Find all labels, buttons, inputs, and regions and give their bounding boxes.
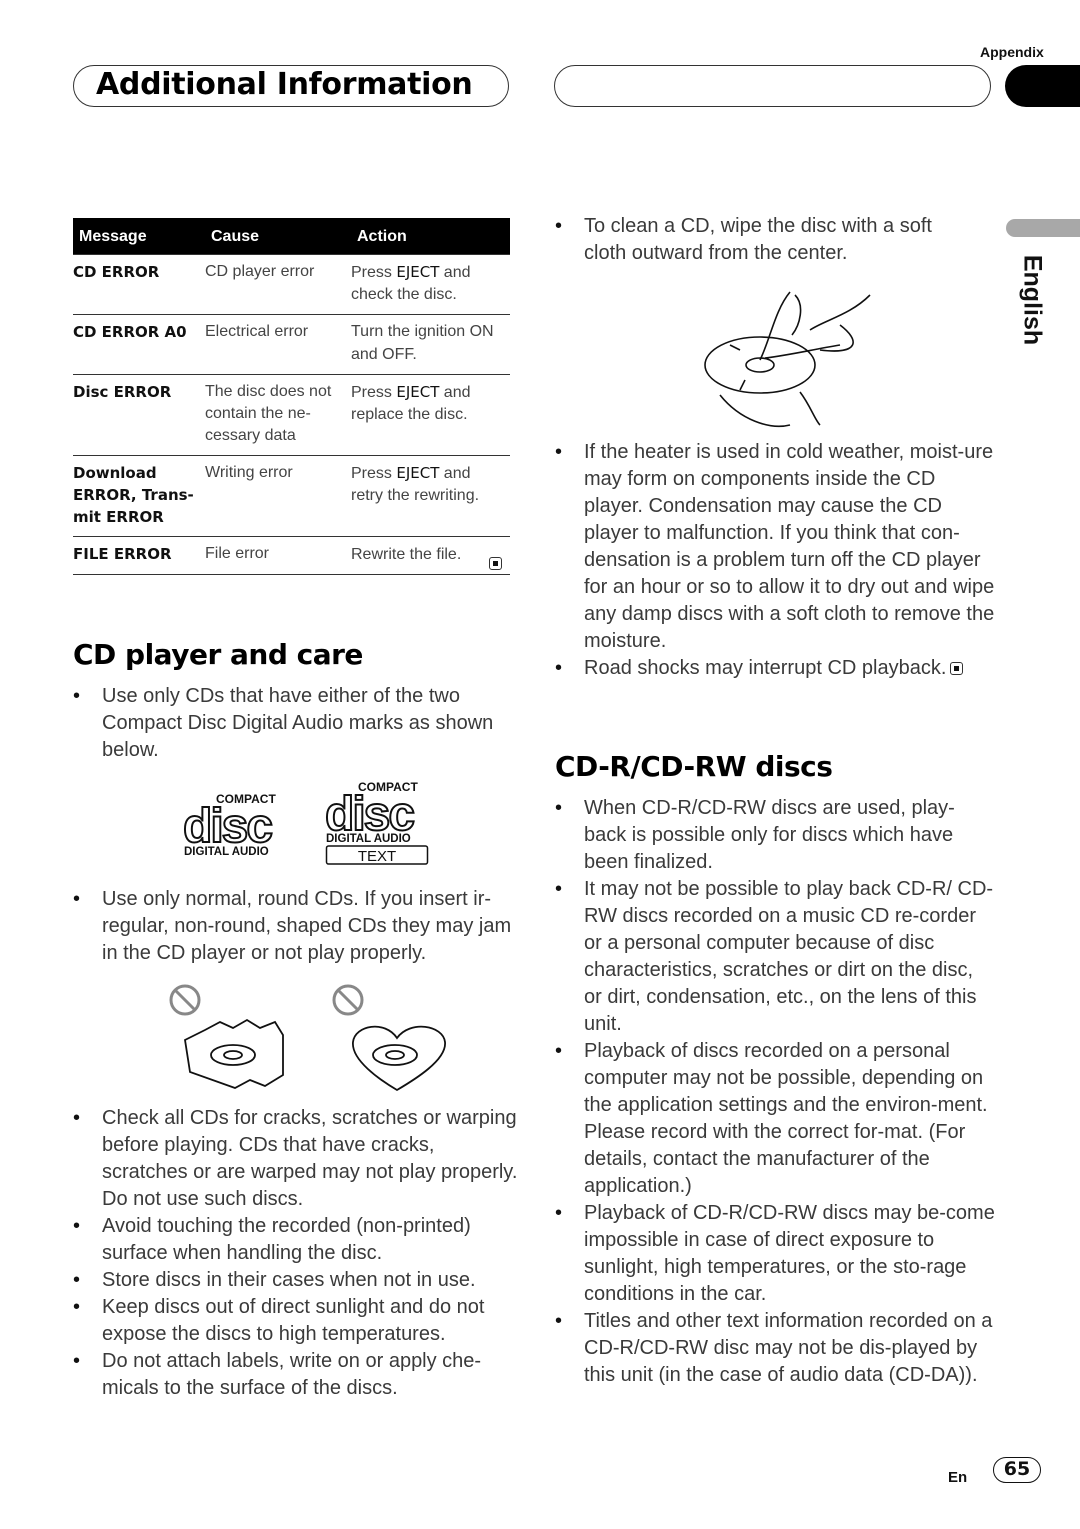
language-tab-marker xyxy=(1006,219,1080,237)
column-header-message: Message xyxy=(73,218,205,255)
logo-text-badge: TEXT xyxy=(358,848,396,865)
list-item: Titles and other text information record… xyxy=(555,1308,995,1389)
cause-cell: File error xyxy=(205,536,351,575)
action-cell: Press EJECT and retry the rewriting. xyxy=(351,455,510,537)
action-key: EJECT xyxy=(396,383,440,401)
action-cell: Press EJECT and check the disc. xyxy=(351,254,510,315)
list-item-text: Keep discs out of direct sunlight and do… xyxy=(102,1296,485,1345)
page-number: 65 xyxy=(993,1457,1041,1483)
list-item: It may not be possible to play back CD-R… xyxy=(555,876,995,1038)
list-item-text: Playback of CD-R/CD-RW discs may be-come… xyxy=(584,1202,995,1305)
empty-header-pill xyxy=(554,65,991,107)
action-text: Press xyxy=(351,465,397,482)
cd-care-heading: CD player and care xyxy=(73,638,363,671)
cdr-heading: CD-R/CD-RW discs xyxy=(555,750,833,783)
list-item-text: Do not attach labels, write on or apply … xyxy=(102,1350,482,1399)
list-item-text: If the heater is used in cold weather, m… xyxy=(584,441,995,652)
cd-cleaning-list: To clean a CD, wipe the disc with a soft… xyxy=(555,213,975,267)
logo-digital-audio-text: DIGITAL AUDIO xyxy=(326,833,411,845)
language-tab: English xyxy=(1010,250,1054,350)
table-row: CD ERROR CD player error Press EJECT and c… xyxy=(73,254,510,315)
cause-cell: Electrical error xyxy=(205,314,351,375)
action-text: Rewrite the file. xyxy=(351,546,462,563)
list-item-text: It may not be possible to play back CD-R… xyxy=(584,878,994,1035)
condensation-list: If the heater is used in cold weather, m… xyxy=(555,439,995,682)
language-label: English xyxy=(1018,254,1047,346)
list-item: Playback of discs recorded on a personal… xyxy=(555,1038,995,1200)
column-header-action: Action xyxy=(351,218,510,255)
list-item-text: To clean a CD, wipe the disc with a soft… xyxy=(584,215,932,264)
action-cell: Rewrite the file. xyxy=(351,536,510,575)
language-code: En xyxy=(948,1469,968,1486)
compact-disc-text-logo: COMPACT disc DIGITAL AUDIO TEXT xyxy=(324,780,429,865)
cd-handling-list: Check all CDs for cracks, scratches or w… xyxy=(73,1105,518,1402)
table-row: CD ERROR A0 Electrical error Turn the igni… xyxy=(73,314,510,375)
list-item: Do not attach labels, write on or apply … xyxy=(73,1348,518,1402)
cd-care-intro-list: Use only CDs that have either of the two… xyxy=(73,683,513,764)
message-cell: Download ERROR, Trans-mit ERROR xyxy=(73,455,205,537)
message-cell: Disc ERROR xyxy=(73,374,205,456)
end-mark-icon xyxy=(950,662,964,676)
list-item: Check all CDs for cracks, scratches or w… xyxy=(73,1105,518,1213)
action-cell: Turn the ignition ON and OFF. xyxy=(351,314,510,375)
list-item: To clean a CD, wipe the disc with a soft… xyxy=(555,213,975,267)
end-of-section-mark xyxy=(489,555,502,573)
action-text: Press xyxy=(351,384,397,401)
disc-shape xyxy=(704,336,816,394)
list-item: Use only CDs that have either of the two… xyxy=(73,683,513,764)
compact-disc-digital-audio-logo: COMPACT disc DIGITAL AUDIO xyxy=(182,792,276,858)
list-item: Store discs in their cases when not in u… xyxy=(73,1267,518,1294)
list-item: Playback of CD-R/CD-RW discs may be-come… xyxy=(555,1200,995,1308)
list-item-text: Use only CDs that have either of the two… xyxy=(102,685,494,761)
list-item: Use only normal, round CDs. If you inser… xyxy=(73,886,518,967)
prohibited-icon xyxy=(332,984,364,1016)
action-text: Turn the ignition ON and OFF. xyxy=(351,323,494,363)
end-mark-icon xyxy=(489,557,502,571)
cdr-list: When CD-R/CD-RW discs are used, play-bac… xyxy=(555,795,995,1389)
prohibited-icon xyxy=(169,984,201,1016)
list-item: Road shocks may interrupt CD playback. xyxy=(555,655,995,682)
error-message-table: Message Cause Action CD ERROR CD player e… xyxy=(73,218,510,575)
action-key: EJECT xyxy=(396,464,440,482)
section-title: Additional Information xyxy=(96,67,473,102)
table-row: Disc ERROR The disc does not contain the … xyxy=(73,374,510,456)
table-row: Download ERROR, Trans-mit ERROR Writing e… xyxy=(73,455,510,537)
list-item-text: Check all CDs for cracks, scratches or w… xyxy=(102,1107,518,1210)
action-cell: Press EJECT and replace the disc. xyxy=(351,374,510,456)
octagon-disc-icon xyxy=(184,1018,284,1089)
action-key: EJECT xyxy=(396,263,440,281)
list-item-text: Avoid touching the recorded (non-printed… xyxy=(102,1215,471,1264)
table-header-row: Message Cause Action xyxy=(73,218,510,255)
list-item-text: Store discs in their cases when not in u… xyxy=(102,1269,476,1291)
column-header-cause: Cause xyxy=(205,218,351,255)
chapter-tab xyxy=(1005,65,1080,107)
list-item: Avoid touching the recorded (non-printed… xyxy=(73,1213,518,1267)
table-row: FILE ERROR File error Rewrite the file. xyxy=(73,536,510,575)
list-item: When CD-R/CD-RW discs are used, play-bac… xyxy=(555,795,995,876)
cause-cell: CD player error xyxy=(205,254,351,315)
message-cell: FILE ERROR xyxy=(73,536,205,575)
list-item: If the heater is used in cold weather, m… xyxy=(555,439,995,655)
cd-shape-list: Use only normal, round CDs. If you inser… xyxy=(73,886,518,967)
list-item-text: Playback of discs recorded on a personal… xyxy=(584,1040,988,1197)
chapter-label: Appendix xyxy=(980,44,1044,60)
cause-cell: Writing error xyxy=(205,455,351,537)
list-item: Keep discs out of direct sunlight and do… xyxy=(73,1294,518,1348)
logo-digital-audio-text: DIGITAL AUDIO xyxy=(184,846,269,858)
action-text: Press xyxy=(351,264,397,281)
message-cell: CD ERROR A0 xyxy=(73,314,205,375)
cd-cleaning-illustration xyxy=(704,291,871,427)
heart-disc-icon xyxy=(352,1025,446,1092)
list-item-text: Titles and other text information record… xyxy=(584,1310,993,1386)
cause-cell: The disc does not contain the ne-cessary… xyxy=(205,374,351,456)
list-item-text: Road shocks may interrupt CD playback. xyxy=(584,657,947,679)
message-cell: CD ERROR xyxy=(73,254,205,315)
irregular-disc-illustration xyxy=(169,984,446,1092)
list-item-text: When CD-R/CD-RW discs are used, play-bac… xyxy=(584,797,955,873)
list-item-text: Use only normal, round CDs. If you inser… xyxy=(102,888,512,964)
